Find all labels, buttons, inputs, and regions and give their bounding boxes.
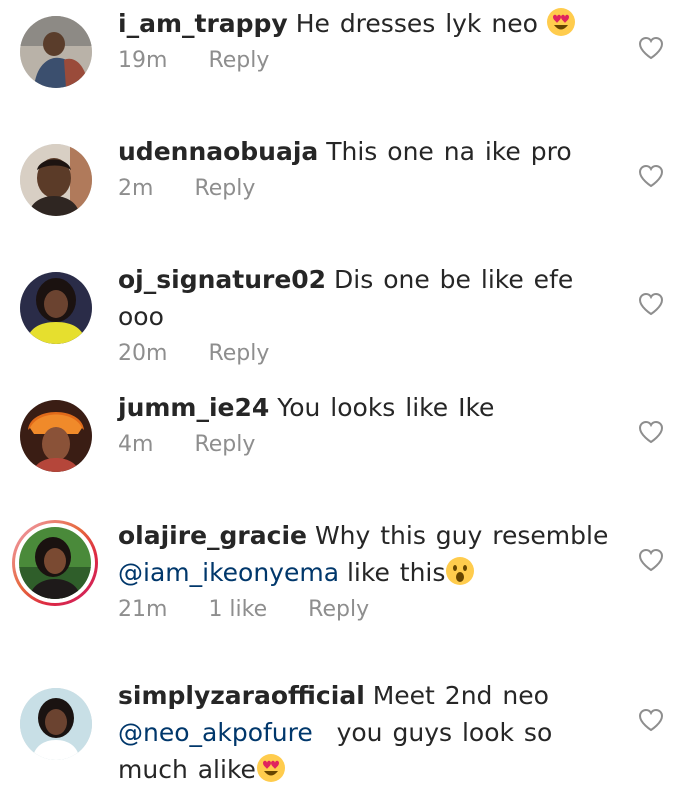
mention-link[interactable]: @iam_ikeonyema	[118, 558, 339, 587]
like-heart-icon[interactable]	[638, 548, 664, 572]
avatar[interactable]	[20, 16, 92, 88]
reply-button[interactable]: Reply	[308, 597, 369, 622]
comment-text: Meet 2nd neo	[372, 681, 549, 710]
comment-text: He dresses lyk neo	[295, 9, 538, 38]
reply-button[interactable]: Reply	[194, 176, 255, 201]
like-heart-icon[interactable]	[638, 164, 664, 188]
comment-text: This one na ike pro	[326, 137, 572, 166]
comment-timestamp: 4m	[118, 432, 154, 457]
story-ring	[15, 523, 95, 603]
comment-username[interactable]: i_am_trappy	[118, 9, 288, 38]
comment-timestamp: 19m	[118, 48, 168, 73]
comment-text: Why this guy resemble	[314, 521, 609, 550]
comment-username[interactable]: simplyzaraofficial	[118, 681, 365, 710]
like-count[interactable]: 1 like	[208, 597, 267, 622]
like-heart-icon[interactable]	[638, 708, 664, 732]
reply-button[interactable]: Reply	[208, 341, 269, 366]
comment-text-continued: like this	[346, 558, 446, 587]
heart-eyes-emoji-icon	[546, 7, 576, 37]
comment-username[interactable]: udennaobuaja	[118, 137, 318, 166]
comment-timestamp: 2m	[118, 176, 154, 201]
avatar[interactable]	[20, 688, 92, 760]
mention-link[interactable]: @neo_akpofure	[118, 718, 313, 747]
avatar[interactable]	[12, 520, 98, 606]
comment-username[interactable]: jumm_ie24	[118, 393, 269, 422]
like-heart-icon[interactable]	[638, 36, 664, 60]
avatar[interactable]	[20, 144, 92, 216]
comment-timestamp: 20m	[118, 341, 168, 366]
reply-button[interactable]: Reply	[194, 432, 255, 457]
reply-button[interactable]: Reply	[208, 48, 269, 73]
like-heart-icon[interactable]	[638, 292, 664, 316]
comment-timestamp: 21m	[118, 597, 168, 622]
comment-text: You looks like Ike	[277, 393, 495, 422]
comment-username[interactable]: olajire_gracie	[118, 521, 307, 550]
astonished-emoji-icon	[445, 556, 475, 586]
avatar[interactable]	[20, 400, 92, 472]
comment-username[interactable]: oj_signature02	[118, 265, 326, 294]
avatar[interactable]	[20, 272, 92, 344]
heart-eyes-emoji-icon	[256, 753, 286, 783]
like-heart-icon[interactable]	[638, 420, 664, 444]
